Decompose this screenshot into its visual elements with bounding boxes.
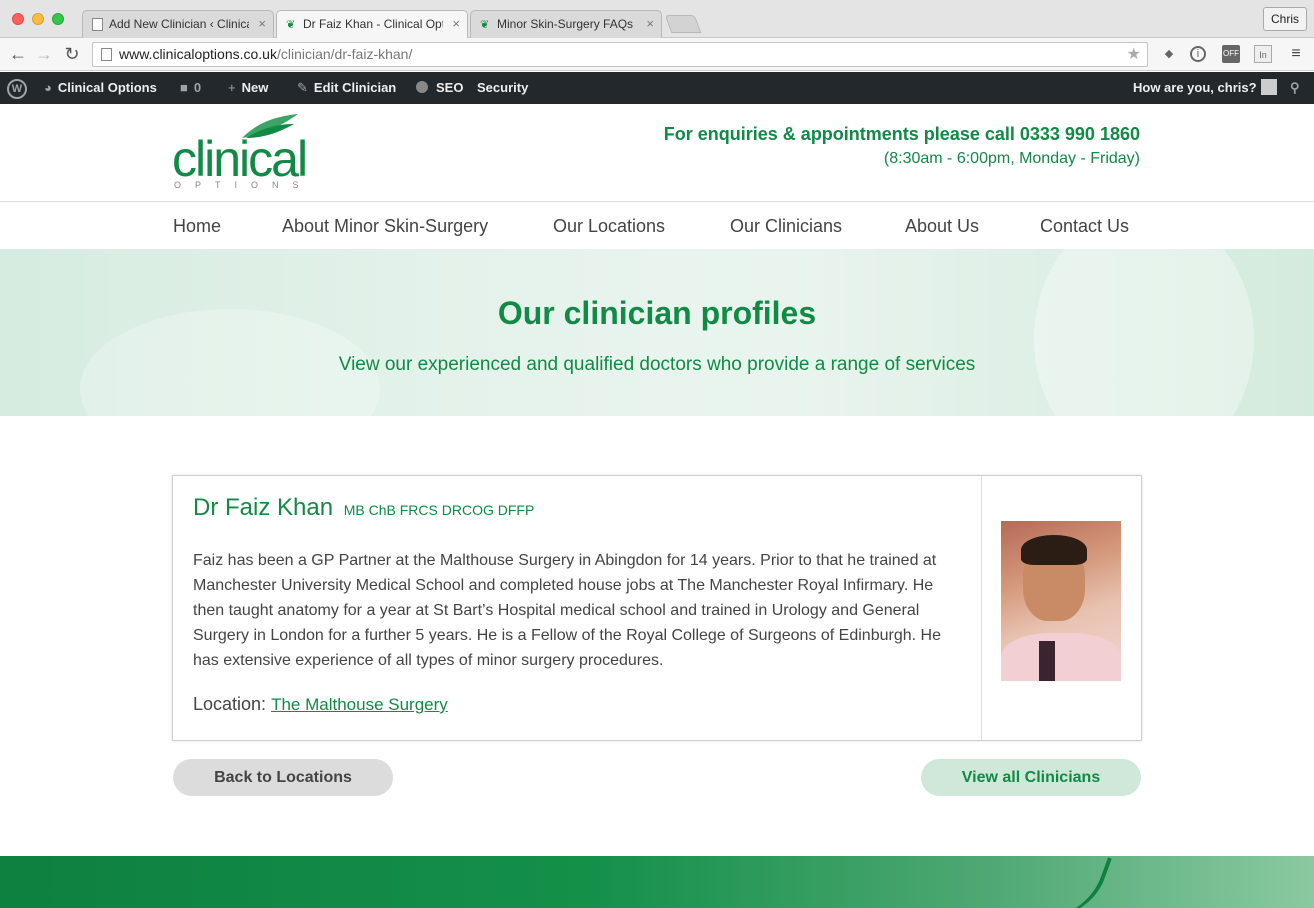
menu-icon[interactable]: ≡ (1287, 45, 1305, 63)
search-icon[interactable]: ⚲ (1290, 72, 1300, 104)
tab-label: Add New Clinician ‹ Clinica (109, 17, 249, 31)
clinician-qualifications: MB ChB FRCS DRCOG DFFP (343, 502, 535, 518)
site-logo[interactable]: clinical OPTIONS (172, 114, 332, 194)
page-subtitle: View our experienced and qualified docto… (338, 354, 976, 375)
browser-tab-strip: Add New Clinician ‹ Clinica × ❦ Dr Faiz … (0, 0, 1314, 39)
clinician-heading: Dr Faiz Khan MB ChB FRCS DRCOG DFFP (193, 494, 534, 522)
hero-banner: Our clinician profiles View our experien… (0, 249, 1314, 416)
nav-about-minor-skin-surgery[interactable]: About Minor Skin-Surgery (282, 216, 488, 237)
pencil-icon: ✎ (297, 80, 308, 95)
edit-label: Edit Clinician (313, 80, 397, 95)
account-menu[interactable]: How are you, chris? (1133, 72, 1277, 104)
clinician-profile-card: Dr Faiz Khan MB ChB FRCS DRCOG DFFP Faiz… (172, 475, 1142, 741)
new-tab-button[interactable] (664, 15, 702, 33)
linkedin-extension-icon[interactable]: In (1254, 45, 1272, 63)
card-divider (981, 476, 982, 740)
contact-phone: For enquiries & appointments please call… (663, 124, 1140, 144)
nav-about-us[interactable]: About Us (905, 216, 979, 237)
url-host: www.clinicaloptions.co.uk (119, 46, 277, 62)
seo-status-icon (416, 81, 428, 93)
avatar (1260, 79, 1277, 95)
browser-tab-active[interactable]: ❦ Dr Faiz Khan - Clinical Opt × (276, 10, 468, 39)
tab-label: Dr Faiz Khan - Clinical Opt (303, 17, 443, 31)
clinician-bio: Faiz has been a GP Partner at the Maltho… (193, 552, 941, 669)
nav-our-clinicians[interactable]: Our Clinicians (730, 216, 842, 237)
edit-clinician-menu[interactable]: ✎ Edit Clinician (297, 72, 396, 104)
bookmark-star-icon[interactable]: ★ (1127, 43, 1141, 66)
new-label: New (241, 80, 269, 95)
off-extension-icon[interactable]: OFF (1222, 45, 1240, 63)
comment-icon: ■ (180, 80, 188, 95)
security-menu[interactable]: Security (477, 72, 528, 104)
main-nav: Home About Minor Skin-Surgery Our Locati… (0, 202, 1314, 249)
greeting: How are you, chris? (1133, 80, 1257, 95)
footer-band (0, 856, 1314, 908)
opening-hours: (8:30am - 6:00pm, Monday - Friday) (883, 150, 1140, 167)
zoom-window-button[interactable] (52, 13, 64, 25)
leaf-favicon-icon: ❦ (286, 19, 296, 31)
clinician-photo-shirt (1001, 633, 1121, 681)
seo-menu[interactable]: SEO (416, 72, 463, 104)
tab-label: Minor Skin-Surgery FAQs - (497, 17, 637, 31)
comments-count: 0 (193, 80, 202, 95)
minimize-window-button[interactable] (32, 13, 44, 25)
page-icon (92, 18, 103, 31)
address-bar[interactable]: www.clinicaloptions.co.uk/clinician/dr-f… (92, 42, 1148, 67)
clinician-name: Dr Faiz Khan (193, 494, 334, 521)
nav-contact-us[interactable]: Contact Us (1040, 216, 1129, 237)
dashboard-icon: ◕ (44, 80, 52, 95)
wordpress-logo-icon[interactable]: W (7, 79, 27, 99)
security-label: Security (477, 80, 529, 95)
page-title: Our clinician profiles (497, 295, 817, 331)
close-tab-icon[interactable]: × (258, 16, 266, 31)
profile-button[interactable]: Chris (1262, 7, 1307, 31)
footer-leaf-shape (1028, 856, 1112, 908)
nav-home[interactable]: Home (173, 216, 221, 237)
clinician-location: Location: The Malthouse Surgery (193, 694, 448, 715)
site-header: clinical OPTIONS For enquiries & appoint… (0, 104, 1314, 202)
close-tab-icon[interactable]: × (452, 16, 460, 31)
clinician-photo-hair (1021, 535, 1087, 565)
info-extension-icon[interactable]: i (1190, 46, 1206, 62)
close-window-button[interactable] (12, 13, 24, 25)
leaf-favicon-icon: ❦ (480, 19, 490, 31)
back-arrow-icon[interactable]: ← (8, 44, 28, 64)
hero-background-shape (1034, 249, 1254, 416)
comments-menu[interactable]: ■ 0 (180, 72, 201, 104)
evernote-extension-icon[interactable]: ◆ (1160, 45, 1178, 63)
nav-our-locations[interactable]: Our Locations (553, 216, 665, 237)
wp-admin-bar: W ◕ Clinical Options ■ 0 + New ✎ Edit Clinic… (0, 72, 1314, 104)
browser-toolbar: ← → ↻ www.clinicaloptions.co.uk/clinicia… (0, 38, 1314, 71)
forward-arrow-icon[interactable]: → (34, 44, 54, 64)
location-label: Location: (193, 694, 267, 714)
clinician-photo (1001, 521, 1121, 681)
back-to-locations-button[interactable]: Back to Locations (173, 759, 393, 796)
page-icon (101, 48, 112, 61)
logo-subtitle: OPTIONS (174, 180, 313, 190)
new-content-menu[interactable]: + New (228, 72, 268, 104)
browser-tab[interactable]: ❦ Minor Skin-Surgery FAQs - × (470, 10, 662, 38)
reload-icon[interactable]: ↻ (62, 44, 82, 64)
site-name: Clinical Options (57, 80, 157, 95)
plus-icon: + (228, 80, 236, 95)
site-name-menu[interactable]: ◕ Clinical Options (44, 72, 157, 104)
location-link[interactable]: The Malthouse Surgery (271, 695, 448, 714)
browser-tab[interactable]: Add New Clinician ‹ Clinica × (82, 10, 274, 38)
clinician-photo-tie (1039, 641, 1055, 681)
url-path: /clinician/dr-faiz-khan/ (276, 46, 413, 62)
close-tab-icon[interactable]: × (646, 16, 654, 31)
seo-label: SEO (436, 80, 464, 95)
view-all-clinicians-button[interactable]: View all Clinicians (921, 759, 1141, 796)
